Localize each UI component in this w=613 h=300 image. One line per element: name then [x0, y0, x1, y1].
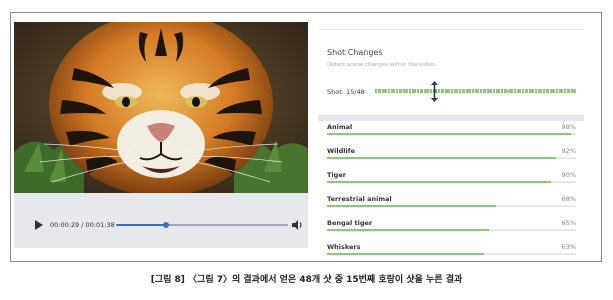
shot-segment[interactable] — [375, 89, 377, 93]
label-row[interactable]: Terrestrial animal 68% — [327, 195, 576, 219]
shot-segment[interactable] — [564, 89, 566, 93]
shot-timeline[interactable] — [375, 88, 576, 95]
shot-cursor-icon — [431, 81, 438, 102]
shot-segment[interactable] — [550, 89, 555, 93]
current-time: 00:00:29 — [50, 221, 80, 229]
label-row[interactable]: Tiger 90% — [327, 171, 576, 195]
label-confidence: 92% — [561, 147, 576, 155]
confidence-bar-fill — [327, 157, 557, 159]
shot-segment[interactable] — [524, 89, 529, 93]
shot-segment[interactable] — [471, 89, 475, 93]
label-row[interactable]: Bengal tiger 65% — [327, 219, 576, 243]
shot-counter: Shot: 15/48 — [327, 88, 365, 96]
shot-segment[interactable] — [381, 89, 387, 93]
shot-segment[interactable] — [513, 89, 517, 93]
confidence-bar-track — [327, 181, 576, 183]
confidence-bar-fill — [327, 205, 497, 207]
tiger-video-still — [14, 22, 308, 193]
confidence-bar-track — [327, 229, 576, 231]
label-name: Tiger — [327, 171, 346, 179]
shot-segment[interactable] — [408, 89, 412, 93]
play-icon[interactable] — [35, 220, 43, 230]
shot-segment[interactable] — [501, 89, 503, 93]
label-confidence: 68% — [561, 195, 576, 203]
label-row[interactable]: Whiskers 63% — [327, 243, 576, 267]
label-confidence: 98% — [561, 123, 576, 131]
shot-segment[interactable] — [423, 89, 429, 93]
shot-segment[interactable] — [480, 89, 482, 93]
label-row[interactable]: Animal 98% — [327, 123, 576, 147]
panel-divider — [318, 29, 584, 30]
shot-segment[interactable] — [555, 89, 559, 93]
shot-segment[interactable] — [396, 89, 398, 93]
shot-segment[interactable] — [391, 89, 396, 93]
confidence-bar-fill — [327, 181, 552, 183]
confidence-bar-track — [327, 157, 576, 159]
shot-segment[interactable] — [566, 89, 571, 93]
label-confidence: 65% — [561, 219, 576, 227]
label-name: Terrestrial animal — [327, 195, 392, 203]
shot-segment[interactable] — [508, 89, 513, 93]
shot-segment[interactable] — [496, 89, 501, 93]
shot-segment[interactable] — [412, 89, 417, 93]
shot-segment[interactable] — [571, 89, 576, 93]
confidence-bar-track — [327, 253, 576, 255]
video-player: 00:00:29 / 00:01:38 — [14, 22, 308, 248]
figure-caption: [그림 8] 〈그림 7〉의 결과에서 얻은 48개 샷 중 15번째 호랑이 … — [150, 275, 463, 285]
label-confidence-list: Animal 98% Wildlife 92% Tiger 90% Terrestrial … — [327, 123, 576, 267]
label-name: Animal — [327, 123, 353, 131]
shot-segment[interactable] — [377, 89, 381, 93]
time-display: 00:00:29 / 00:01:38 — [50, 218, 115, 232]
confidence-bar-track — [327, 133, 576, 135]
shot-segment[interactable] — [398, 89, 402, 93]
shot-changes-title: Shot Changes — [327, 48, 383, 57]
label-name: Wildlife — [327, 147, 355, 155]
labels-section-divider — [318, 115, 584, 121]
shot-segment[interactable] — [503, 89, 508, 93]
shot-segment[interactable] — [417, 89, 419, 93]
shot-segment[interactable] — [465, 89, 471, 93]
duration: 00:01:38 — [85, 221, 115, 229]
confidence-bar-fill — [327, 229, 489, 231]
confidence-bar-fill — [327, 253, 484, 255]
confidence-bar-fill — [327, 133, 571, 135]
label-row[interactable]: Wildlife 92% — [327, 147, 576, 171]
shot-segment[interactable] — [559, 89, 564, 93]
shot-segment[interactable] — [450, 89, 454, 93]
shot-segment[interactable] — [454, 89, 459, 93]
seek-bar[interactable] — [116, 222, 288, 228]
confidence-bar-track — [327, 205, 576, 207]
shot-segment[interactable] — [522, 89, 524, 93]
label-name: Whiskers — [327, 243, 361, 251]
shot-segment[interactable] — [440, 89, 444, 93]
shot-segment[interactable] — [538, 89, 543, 93]
shot-segment[interactable] — [475, 89, 480, 93]
shot-segment[interactable] — [487, 89, 492, 93]
player-controls: 00:00:29 / 00:01:38 — [14, 214, 308, 236]
shot-segment[interactable] — [387, 89, 391, 93]
shot-segment[interactable] — [482, 89, 486, 93]
shot-segment[interactable] — [545, 89, 550, 93]
shot-segment[interactable] — [492, 89, 496, 93]
shot-segment[interactable] — [459, 89, 461, 93]
shot-segment[interactable] — [534, 89, 538, 93]
shot-changes-description: Detect scene changes within the video. — [327, 62, 436, 68]
volume-icon[interactable] — [291, 219, 303, 231]
analysis-panel: Shot Changes Detect scene changes within… — [318, 22, 584, 255]
seek-bar-progress — [116, 224, 166, 226]
shot-segment[interactable] — [517, 89, 522, 93]
video-frame[interactable] — [14, 22, 308, 193]
shot-segment[interactable] — [438, 89, 440, 93]
label-confidence: 90% — [561, 171, 576, 179]
shot-segment[interactable] — [419, 89, 423, 93]
label-name: Bengal tiger — [327, 219, 373, 227]
shot-segment[interactable] — [529, 89, 534, 93]
shot-segment[interactable] — [444, 89, 450, 93]
shot-segment[interactable] — [461, 89, 465, 93]
shot-segment[interactable] — [402, 89, 408, 93]
seek-bar-thumb[interactable] — [162, 222, 169, 228]
shot-segment[interactable] — [543, 89, 545, 93]
label-confidence: 63% — [561, 243, 576, 251]
